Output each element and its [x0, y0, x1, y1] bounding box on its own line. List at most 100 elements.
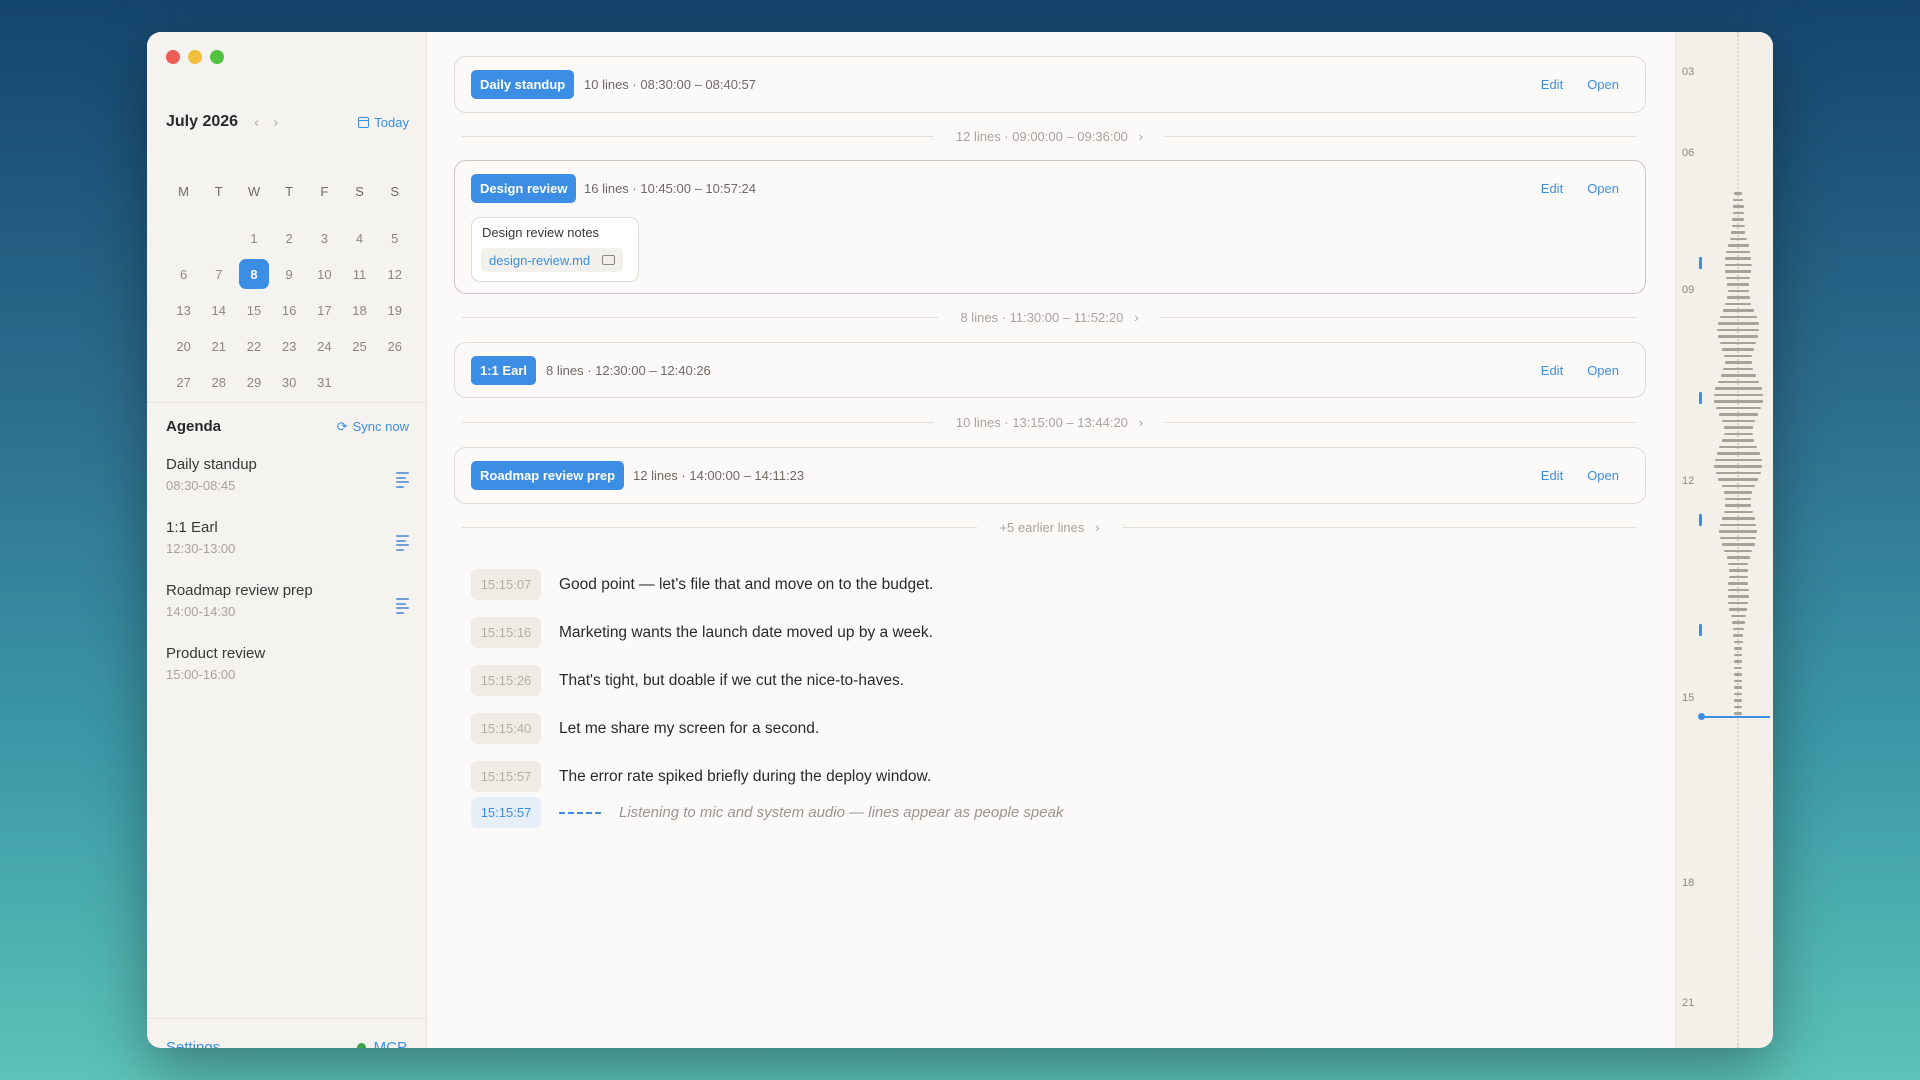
timeline-activity-bar — [1733, 198, 1743, 201]
timeline-activity-bar — [1719, 315, 1757, 318]
calendar-empty-cell — [377, 364, 412, 400]
line-text: Good point — let's file that and move on… — [559, 575, 934, 593]
calendar-day[interactable]: 4 — [342, 220, 377, 256]
sync-now-button[interactable]: ⟳ Sync now — [337, 419, 409, 435]
weekday-header: M — [178, 184, 190, 199]
calendar-day[interactable]: 16 — [272, 292, 307, 328]
timeline-activity-bar — [1724, 361, 1752, 364]
line-timestamp[interactable]: 15:15:16 — [471, 617, 541, 648]
collapsed-lines-row[interactable]: 10 lines · 13:15:00 – 13:44:20 › — [462, 412, 1637, 432]
notes-icon[interactable] — [396, 472, 409, 490]
calendar-day[interactable]: 12 — [377, 256, 412, 292]
zoom-window-button[interactable] — [210, 50, 224, 64]
line-timestamp[interactable]: 15:15:26 — [471, 665, 541, 696]
meeting-card[interactable]: Design review 16 lines · 10:45:00 – 10:5… — [454, 160, 1646, 294]
timeline-activity-bar — [1713, 400, 1763, 403]
edit-button[interactable]: Edit — [1541, 363, 1563, 378]
calendar-day[interactable]: 27 — [166, 364, 201, 400]
open-button[interactable]: Open — [1587, 77, 1619, 92]
agenda-item-time: 15:00-16:00 — [166, 667, 236, 682]
meeting-tag[interactable]: 1:1 Earl — [471, 356, 536, 385]
notes-icon[interactable] — [396, 598, 409, 616]
calendar-day[interactable]: 20 — [166, 328, 201, 364]
edit-button[interactable]: Edit — [1541, 77, 1563, 92]
calendar-day[interactable]: 25 — [342, 328, 377, 364]
agenda-item[interactable]: Daily standup 08:30-08:45 — [166, 456, 409, 519]
edit-button[interactable]: Edit — [1541, 468, 1563, 483]
agenda-item[interactable]: 1:1 Earl 12:30-13:00 — [166, 519, 409, 582]
calendar-day[interactable]: 22 — [236, 328, 271, 364]
timeline-activity-bar — [1734, 192, 1742, 195]
calendar-day[interactable]: 31 — [307, 364, 342, 400]
timeline-meeting-marker[interactable] — [1699, 624, 1702, 636]
timeline-meeting-marker[interactable] — [1699, 257, 1702, 269]
meeting-card[interactable]: Daily standup 10 lines · 08:30:00 – 08:4… — [454, 56, 1646, 113]
calendar-day[interactable]: 2 — [272, 220, 307, 256]
calendar-day[interactable]: 17 — [307, 292, 342, 328]
meeting-tag[interactable]: Daily standup — [471, 70, 575, 99]
timeline-activity-bar — [1723, 367, 1753, 370]
calendar-day[interactable]: 28 — [201, 364, 236, 400]
meeting-tag[interactable]: Roadmap review prep — [471, 461, 625, 490]
calendar-day[interactable]: 13 — [166, 292, 201, 328]
calendar-day-label: 24 — [317, 338, 332, 354]
open-button[interactable]: Open — [1587, 181, 1619, 196]
calendar-day[interactable]: 10 — [307, 256, 342, 292]
calendar-day[interactable]: 11 — [342, 256, 377, 292]
agenda-item-name: Product review — [166, 645, 266, 662]
day-timeline[interactable]: 03 06 09 12 15 18 21 — [1675, 32, 1773, 1048]
calendar-day[interactable]: 24 — [307, 328, 342, 364]
calendar-day[interactable]: 29 — [236, 364, 271, 400]
calendar-day[interactable]: 14 — [201, 292, 236, 328]
calendar-day[interactable]: 6 — [166, 256, 201, 292]
timeline-activity-bar — [1733, 634, 1743, 637]
calendar-day[interactable]: 1 — [236, 220, 271, 256]
collapsed-lines-row[interactable]: 12 lines · 09:00:00 – 09:36:00 › — [462, 126, 1637, 146]
mcp-status[interactable]: MCP — [356, 1039, 407, 1048]
line-timestamp[interactable]: 15:15:57 — [471, 761, 541, 792]
meeting-card[interactable]: 1:1 Earl 8 lines · 12:30:00 – 12:40:26 E… — [454, 342, 1646, 398]
agenda-item[interactable]: Product review 15:00-16:00 — [166, 645, 409, 708]
calendar-day[interactable]: 9 — [272, 256, 307, 292]
line-timestamp[interactable]: 15:15:07 — [471, 569, 541, 600]
calendar-day[interactable]: 5 — [377, 220, 412, 256]
edit-button[interactable]: Edit — [1541, 181, 1563, 196]
calendar-day[interactable]: 8 — [236, 256, 271, 292]
calendar-day[interactable]: 15 — [236, 292, 271, 328]
notes-file-link[interactable]: design-review.md — [481, 248, 624, 272]
agenda-item[interactable]: Roadmap review prep 14:00-14:30 — [166, 582, 409, 645]
next-month-icon[interactable]: › — [273, 114, 278, 131]
timeline-activity-bar — [1714, 465, 1762, 468]
today-button[interactable]: Today — [358, 115, 409, 130]
timeline-meeting-marker[interactable] — [1699, 392, 1702, 404]
folder-icon[interactable] — [602, 255, 616, 265]
calendar-day[interactable]: 30 — [272, 364, 307, 400]
line-timestamp[interactable]: 15:15:40 — [471, 713, 541, 744]
collapsed-lines-row[interactable]: 8 lines · 11:30:00 – 11:52:20 › — [462, 307, 1637, 327]
calendar-day-label: 19 — [387, 302, 402, 318]
live-timestamp[interactable]: 15:15:57 — [471, 797, 541, 828]
timeline-activity-bar — [1718, 478, 1758, 481]
calendar-day-label: 27 — [176, 374, 191, 390]
calendar-day[interactable]: 26 — [377, 328, 412, 364]
calendar-day[interactable]: 7 — [201, 256, 236, 292]
calendar-day[interactable]: 23 — [272, 328, 307, 364]
transcript-area: Daily standup 10 lines · 08:30:00 – 08:4… — [427, 32, 1675, 1048]
weekday-header: S — [355, 184, 364, 199]
calendar-day[interactable]: 19 — [377, 292, 412, 328]
open-button[interactable]: Open — [1587, 363, 1619, 378]
meeting-card[interactable]: Roadmap review prep 12 lines · 14:00:00 … — [454, 447, 1646, 504]
notes-icon[interactable] — [396, 535, 409, 553]
settings-link[interactable]: Settings — [166, 1039, 220, 1048]
previous-month-icon[interactable]: ‹ — [254, 114, 259, 131]
close-window-button[interactable] — [166, 50, 180, 64]
meeting-tag[interactable]: Design review — [471, 174, 577, 203]
calendar-day[interactable]: 18 — [342, 292, 377, 328]
minimize-window-button[interactable] — [188, 50, 202, 64]
calendar-day[interactable]: 3 — [307, 220, 342, 256]
timeline-activity-bar — [1734, 699, 1742, 702]
timeline-meeting-marker[interactable] — [1699, 514, 1702, 526]
earlier-lines-row[interactable]: +5 earlier lines › — [462, 517, 1637, 537]
open-button[interactable]: Open — [1587, 468, 1619, 483]
calendar-day[interactable]: 21 — [201, 328, 236, 364]
